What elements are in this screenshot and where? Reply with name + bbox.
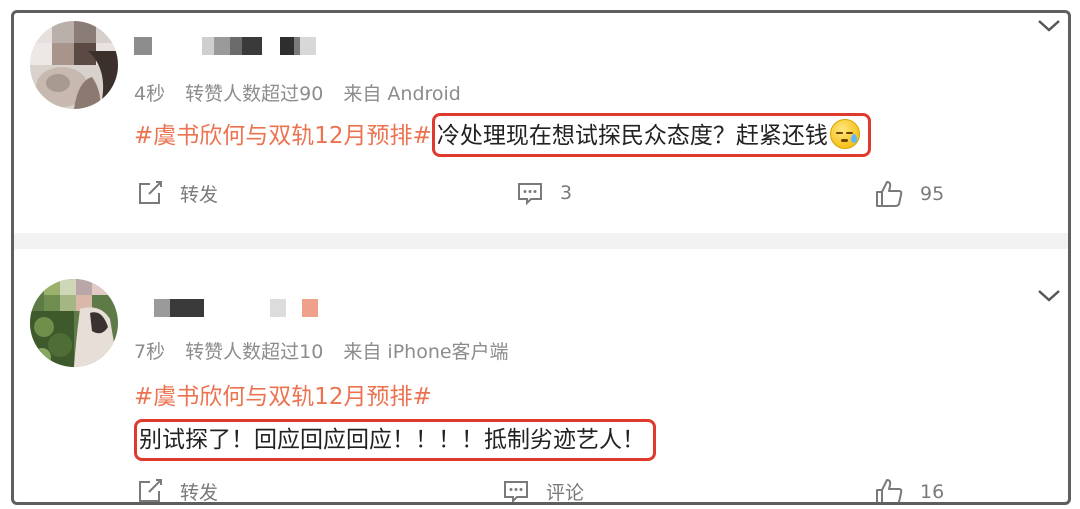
action-bar: 转发 评论 16 — [14, 471, 1068, 504]
highlight-box: 别试探了！回应回应回应！！！！抵制劣迹艺人！ — [134, 419, 656, 461]
post-separator — [14, 233, 1068, 249]
thumbs-up-icon — [876, 181, 903, 207]
repost-icon — [139, 181, 162, 204]
post-meta: 7秒 转赞人数超过10 来自 iPhone客户端 — [134, 337, 523, 364]
post-source: 来自 iPhone客户端 — [343, 341, 509, 363]
repost-button[interactable]: 转发 — [136, 179, 218, 207]
repost-like-info: 转赞人数超过90 — [185, 83, 324, 105]
like-button[interactable]: 95 — [874, 179, 944, 209]
avatar[interactable] — [30, 21, 118, 109]
post-source: 来自 Android — [343, 83, 461, 105]
avatar[interactable] — [30, 279, 118, 367]
comment-icon — [504, 481, 528, 502]
action-bar: 转发 3 95 — [14, 173, 1068, 213]
post-content: 别试探了！回应回应回应！！！！抵制劣迹艺人！ — [134, 419, 656, 461]
comment-count: 3 — [560, 182, 573, 204]
post-content: #虞书欣何与双轨12月预排# 冷处理现在想试探民众态度？赶紧还钱 — [134, 113, 871, 157]
screenshot-frame: 4秒 转赞人数超过90 来自 Android #虞书欣何与双轨12月预排# 冷处理… — [11, 10, 1071, 505]
comment-button[interactable]: 评论 — [502, 477, 585, 504]
repost-like-info: 转赞人数超过10 — [185, 341, 324, 363]
post-time: 7秒 — [134, 341, 166, 363]
repost-label: 转发 — [180, 183, 219, 206]
sweat-face-emoji — [829, 119, 860, 149]
comment-label: 评论 — [546, 481, 585, 504]
post-text: 别试探了！回应回应回应！！！！抵制劣迹艺人！ — [139, 427, 645, 453]
username-blurred[interactable] — [134, 299, 318, 317]
weibo-post: 4秒 转赞人数超过90 来自 Android #虞书欣何与双轨12月预排# 冷处理… — [14, 13, 1068, 233]
repost-icon — [139, 479, 162, 502]
repost-label: 转发 — [180, 481, 219, 504]
highlight-box: 冷处理现在想试探民众态度？赶紧还钱 — [431, 113, 871, 157]
post-time: 4秒 — [134, 83, 166, 105]
username-blurred[interactable] — [134, 37, 316, 55]
repost-button[interactable]: 转发 — [136, 477, 219, 504]
like-count: 95 — [920, 183, 945, 205]
like-count: 16 — [920, 481, 945, 503]
like-button[interactable]: 16 — [874, 477, 945, 503]
post-meta: 4秒 转赞人数超过90 来自 Android — [134, 79, 475, 106]
comment-icon — [518, 183, 542, 206]
weibo-post: 7秒 转赞人数超过10 来自 iPhone客户端 #虞书欣何与双轨12月预排# … — [14, 249, 1068, 504]
topic-link[interactable]: #虞书欣何与双轨12月预排# — [134, 123, 432, 149]
topic-link[interactable]: #虞书欣何与双轨12月预排# — [134, 381, 432, 413]
comment-button[interactable]: 3 — [516, 179, 572, 207]
thumbs-up-icon — [876, 479, 903, 502]
chevron-down-icon[interactable] — [1036, 17, 1062, 35]
chevron-down-icon[interactable] — [1036, 287, 1062, 305]
post-text: 冷处理现在想试探民众态度？赶紧还钱 — [436, 123, 828, 149]
